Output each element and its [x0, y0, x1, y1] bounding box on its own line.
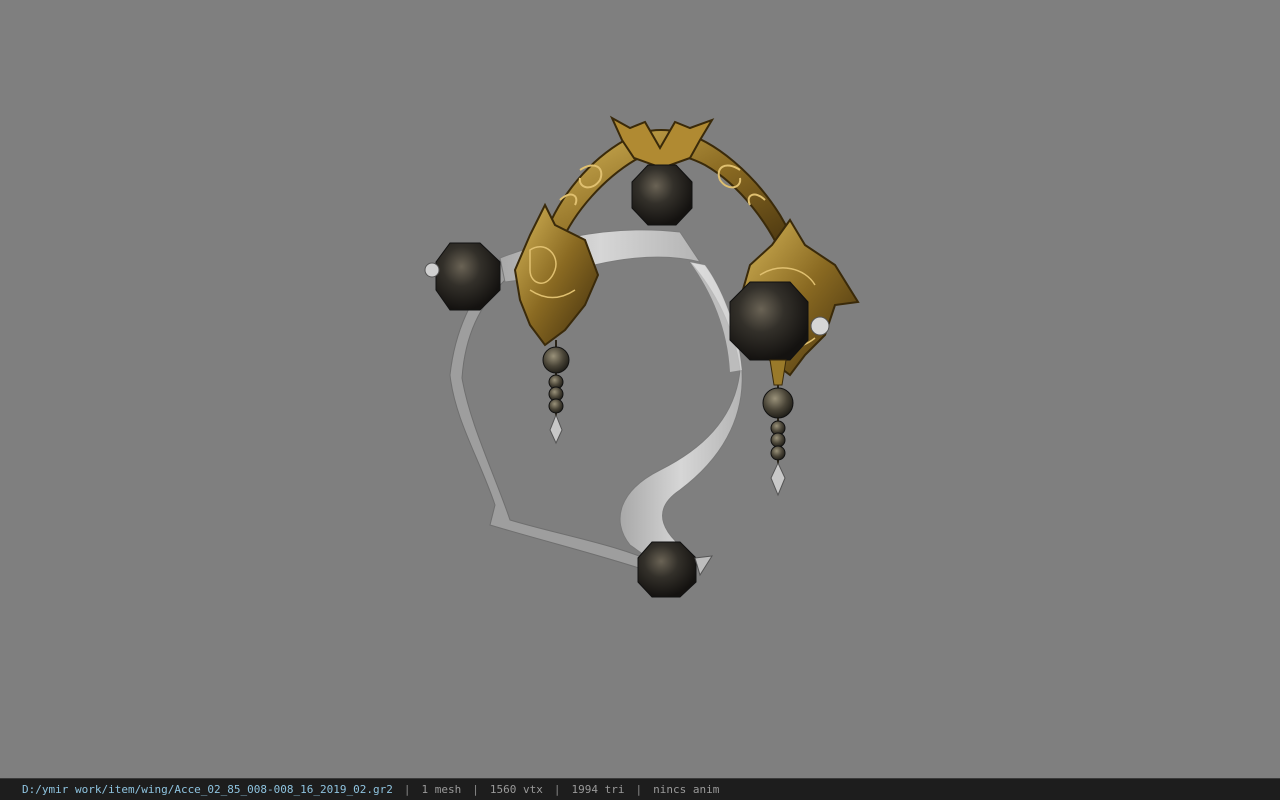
status-bar: D:/ymir work/item/wing/Acce_02_85_008-00… — [0, 778, 1280, 800]
orb-top — [631, 164, 693, 226]
separator: | — [553, 783, 561, 796]
mesh-count-label: 1 mesh — [421, 783, 462, 796]
left-medallion — [513, 202, 600, 347]
orb-right — [729, 281, 809, 361]
separator: | — [635, 783, 643, 796]
model-render — [424, 115, 860, 598]
orb-bottom — [637, 541, 697, 598]
right-pendant — [762, 359, 794, 497]
vertex-count-label: 1560 vtx — [489, 783, 543, 796]
pearl-right — [810, 316, 830, 336]
separator: | — [472, 783, 479, 796]
animation-status-label: nincs anim — [653, 783, 720, 796]
triangle-count-label: 1994 tri — [571, 783, 625, 796]
model-viewer-window: D:/ymir work/item/wing/Acce_02_85_008-00… — [0, 0, 1280, 800]
separator: | — [403, 783, 411, 796]
3d-viewport[interactable] — [0, 0, 1280, 778]
left-pendant — [542, 340, 570, 445]
pearl-left — [424, 262, 440, 278]
orb-left — [435, 242, 501, 311]
file-path-label: D:/ymir work/item/wing/Acce_02_85_008-00… — [22, 783, 393, 796]
